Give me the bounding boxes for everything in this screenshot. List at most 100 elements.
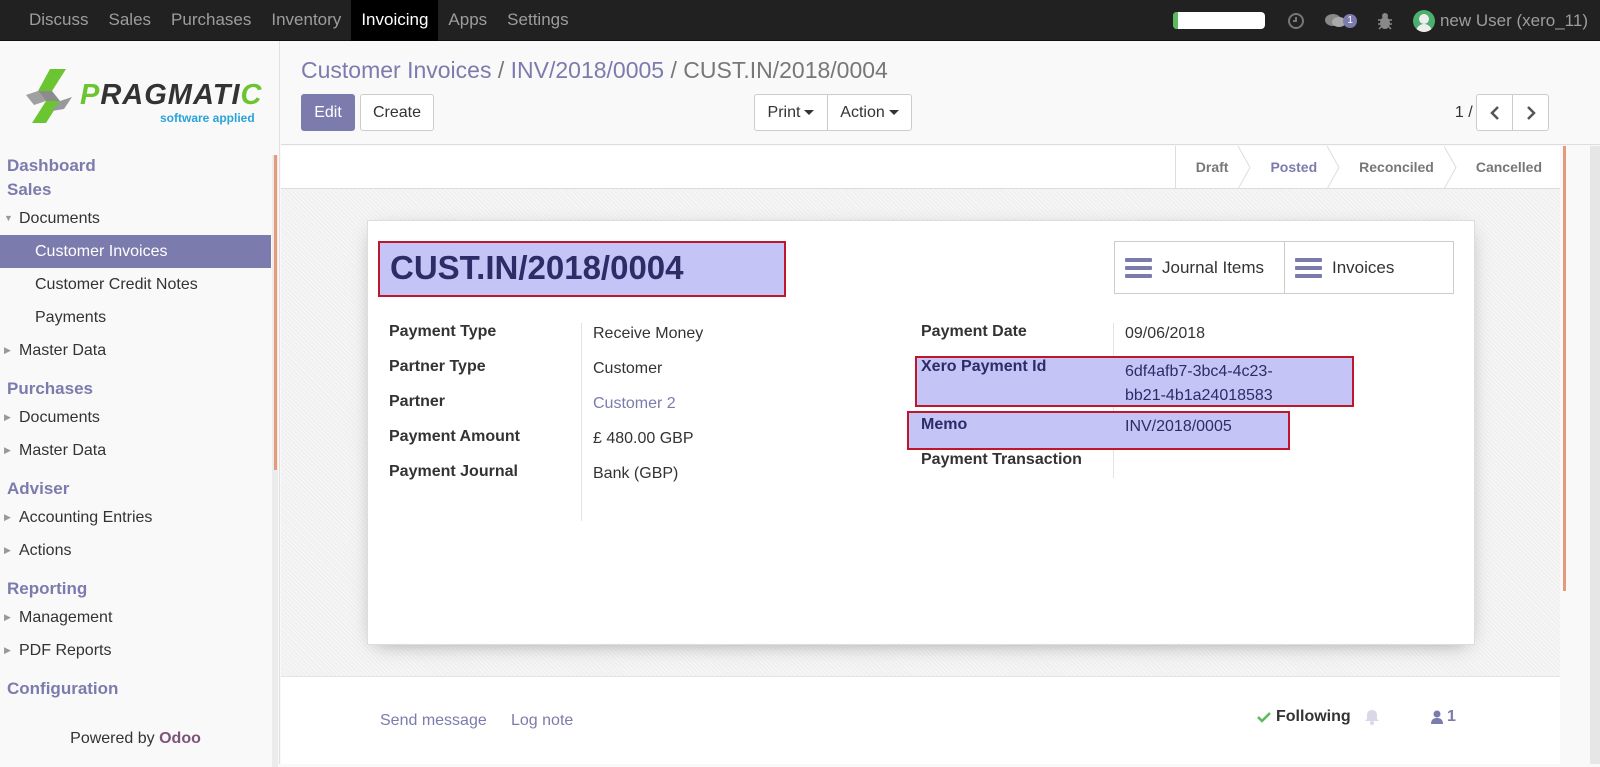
followers-button[interactable]: 1 [1431,708,1456,726]
menu-invoicing[interactable]: Invoicing [351,0,439,41]
stage-reconciled[interactable]: Reconciled [1335,146,1457,189]
action-dropdown[interactable]: Action [827,94,912,131]
list-icon [1125,257,1152,278]
sidebar-item-label: Payments [35,309,107,326]
log-note-link[interactable]: Log note [511,712,573,730]
company-logo[interactable]: PRAGMATIC software applied [22,65,261,127]
clock-icon[interactable] [1287,12,1305,30]
sidebar-item-management[interactable]: ▶ Management [0,601,271,634]
app-menu: Discuss Sales Purchases Inventory Invoic… [19,0,579,41]
caret-right-icon: ▶ [4,612,11,622]
bug-icon[interactable] [1377,12,1393,30]
send-message-link[interactable]: Send message [380,712,487,730]
field-payment-type: Payment Type Receive Money [389,323,704,342]
breadcrumb-customer-invoices[interactable]: Customer Invoices [301,57,491,83]
sidebar-item-master-data[interactable]: ▶ Master Data [0,434,271,467]
sidebar-item-label: Management [19,609,113,626]
sidebar-scrollbar-thumb[interactable] [274,155,277,470]
smart-buttons: Journal Items Invoices [1114,241,1454,294]
sidebar-item-label: Documents [19,409,100,426]
check-icon [1257,712,1271,723]
field-partner: Partner Customer 2 [389,393,676,413]
stage-cancelled[interactable]: Cancelled [1452,146,1560,189]
sidebar-item-master-data[interactable]: ▶ Master Data [0,334,271,367]
edit-button[interactable]: Edit [301,94,355,131]
left-field-group: Payment Type Receive Money Partner Type Cu… [389,323,869,521]
bell-icon[interactable] [1364,709,1379,725]
form-view: Draft Posted Reconciled Cancelled CUST.IN/2… [281,146,1560,764]
caret-down-icon [888,110,899,116]
sidebar-item-actions[interactable]: ▶ Actions [0,534,271,567]
main-scrollbar[interactable] [1560,146,1600,764]
stage-arrow-separator [1327,146,1340,189]
user-menu[interactable]: new User (xero_11) [1412,9,1588,32]
sidebar-section-adviser[interactable]: Adviser [0,477,271,501]
caret-right-icon: ▶ [4,512,11,522]
pager-previous-button[interactable] [1476,94,1513,131]
status-bar: Draft Posted Reconciled Cancelled [281,146,1560,189]
sidebar-section-reporting[interactable]: Reporting [0,577,271,601]
breadcrumb-invoice[interactable]: INV/2018/0005 [511,57,664,83]
journal-items-button[interactable]: Journal Items [1115,242,1284,293]
caret-down-icon: ▼ [4,213,13,223]
breadcrumb-current: CUST.IN/2018/0004 [683,57,888,83]
partner-link[interactable]: Customer 2 [593,395,676,413]
record-title: CUST.IN/2018/0004 [378,241,786,297]
sidebar-item-payments[interactable]: Payments [0,301,271,334]
sidebar-item-customer-invoices[interactable]: Customer Invoices [0,235,271,268]
menu-settings[interactable]: Settings [497,0,578,41]
sidebar: PRAGMATIC software applied Dashboard Sale… [0,41,280,767]
chat-icon[interactable]: 1 [1325,13,1357,29]
field-partner-type: Partner Type Customer [389,358,663,377]
scrollbar-track[interactable] [1590,146,1600,764]
sidebar-item-pdf-reports[interactable]: ▶ PDF Reports [0,634,271,667]
field-payment-journal: Payment Journal Bank (GBP) [389,463,679,482]
user-icon [1431,710,1443,724]
powered-by: Powered by Odoo [0,730,271,748]
sidebar-item-label: Customer Credit Notes [35,276,198,293]
sidebar-item-documents[interactable]: ▶ Documents [0,401,271,434]
sidebar-section-sales[interactable]: Sales [0,178,271,202]
menu-inventory[interactable]: Inventory [261,0,351,41]
stage-posted[interactable]: Posted [1246,146,1340,189]
stage-draft[interactable]: Draft [1176,146,1252,189]
status-stages: Draft Posted Reconciled Cancelled [1174,146,1560,189]
following-button[interactable]: Following [1257,708,1379,726]
stage-arrow-separator [1238,146,1252,189]
form-sheet: CUST.IN/2018/0004 Journal Items Invoices… [367,220,1475,645]
sidebar-scrollbar[interactable] [272,155,278,767]
list-icon [1295,257,1322,278]
messages-badge: 1 [1343,13,1357,28]
sidebar-item-documents[interactable]: ▼ Documents [0,202,271,235]
sidebar-item-label: Master Data [19,342,107,359]
sidebar-item-label: Documents [19,210,100,227]
sidebar-item-label: PDF Reports [19,642,112,659]
stage-arrow-separator [1443,146,1457,189]
caret-right-icon: ▶ [4,412,11,422]
menu-apps[interactable]: Apps [438,0,497,41]
caret-right-icon: ▶ [4,545,11,555]
caret-right-icon: ▶ [4,645,11,655]
sidebar-section-dashboard[interactable]: Dashboard [0,154,271,178]
caret-right-icon: ▶ [4,445,11,455]
pager-next-button[interactable] [1512,94,1549,131]
create-button[interactable]: Create [360,94,434,131]
sidebar-item-customer-credit-notes[interactable]: Customer Credit Notes [0,268,271,301]
menu-purchases[interactable]: Purchases [161,0,261,41]
main-scrollbar-thumb[interactable] [1563,146,1566,591]
print-dropdown[interactable]: Print [754,94,828,131]
logo-text: PRAGMATIC [80,79,263,111]
sidebar-item-label: Customer Invoices [35,243,168,260]
chevron-left-icon [1489,105,1499,120]
invoices-button[interactable]: Invoices [1284,242,1453,293]
odoo-link[interactable]: Odoo [159,730,201,747]
chatter: Send message Log note Following 1 [281,676,1560,764]
field-memo: Memo INV/2018/0005 [921,416,1232,435]
loading-progress-bar [1173,12,1266,29]
sidebar-section-purchases[interactable]: Purchases [0,377,271,401]
menu-discuss[interactable]: Discuss [19,0,99,41]
sidebar-item-accounting-entries[interactable]: ▶ Accounting Entries [0,501,271,534]
menu-sales[interactable]: Sales [99,0,162,41]
breadcrumb: Customer Invoices / INV/2018/0005 / CUST… [301,57,888,83]
sidebar-section-configuration[interactable]: Configuration [0,677,271,701]
